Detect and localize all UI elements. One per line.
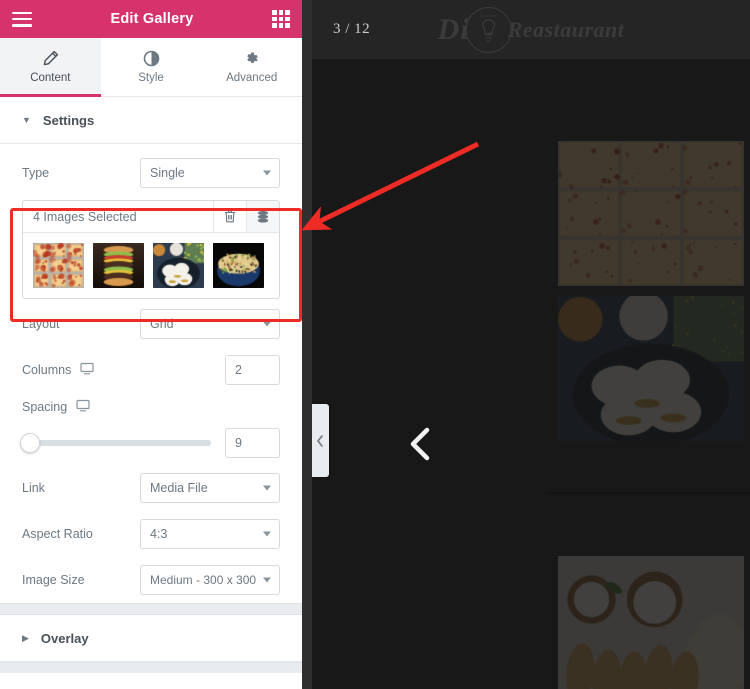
panel-title: Edit Gallery (110, 11, 194, 27)
gallery-summary-row: 4 Images Selected (23, 201, 279, 233)
control-gallery: 4 Images Selected (22, 200, 280, 299)
gallery-box: 4 Images Selected (22, 200, 280, 299)
panel-tabs: Content Style Advanced (0, 38, 302, 97)
caret-right-icon: ▶ (22, 632, 29, 643)
idli-platter-preview[interactable] (558, 296, 744, 441)
chevron-left-icon (317, 434, 323, 447)
aspect-ratio-select-value: 4:3 (150, 527, 168, 541)
chevron-down-icon (263, 170, 271, 176)
control-columns-label-group: Columns (22, 362, 94, 378)
hamburger-menu-icon[interactable] (12, 11, 32, 27)
pencil-icon (42, 50, 59, 67)
rice-bowl-thumbnail[interactable] (213, 243, 264, 288)
panel-scrollbar[interactable] (302, 0, 312, 689)
stacked-burger-thumbnail[interactable] (93, 243, 144, 288)
layout-select[interactable]: Grid (140, 309, 280, 339)
type-select-value: Single (150, 166, 185, 180)
spacing-slider[interactable] (19, 433, 211, 453)
section-settings-header[interactable]: ▼ Settings (0, 97, 302, 144)
control-type: Type Single (22, 150, 280, 196)
desktop-monitor-icon[interactable] (76, 399, 90, 415)
chevron-down-icon (263, 321, 271, 327)
control-spacing-label: Spacing (22, 400, 68, 414)
link-select[interactable]: Media File (140, 473, 280, 503)
tab-content[interactable]: Content (0, 38, 101, 97)
control-image-size-label: Image Size (22, 573, 85, 587)
idli-platter-thumbnail[interactable] (153, 243, 204, 288)
gear-icon (243, 50, 260, 67)
stacked-layers-icon[interactable] (246, 201, 279, 232)
site-logo[interactable]: Di Restaurant Reastaurant (438, 6, 625, 53)
spacing-input[interactable] (225, 428, 280, 458)
control-spacing-label-group: Spacing (22, 399, 90, 415)
control-layout: Layout Grid (22, 301, 280, 347)
gallery-column-1 (558, 141, 744, 689)
panel-header: Edit Gallery (0, 0, 302, 38)
caret-down-icon: ▼ (22, 114, 31, 125)
section-overlay-title: Overlay (40, 630, 89, 646)
gallery-thumbnails (23, 233, 279, 298)
gallery-summary-text: 4 Images Selected (33, 209, 137, 224)
preview-site-header: 3 / 12 Di Restaurant Reastaurant (312, 0, 750, 59)
columns-input[interactable] (225, 355, 280, 385)
section-settings-title: Settings (42, 112, 95, 128)
layout-select-value: Grid (150, 317, 174, 331)
chevron-down-icon (263, 531, 271, 537)
preview-page-body (312, 59, 750, 689)
tab-advanced[interactable]: Advanced (201, 38, 302, 96)
control-aspect-ratio: Aspect Ratio 4:3 (22, 511, 280, 557)
desktop-monitor-icon[interactable] (80, 362, 94, 378)
spacing-slider-row (19, 421, 280, 465)
control-spacing-header: Spacing (22, 393, 280, 421)
pizza-slices-preview[interactable] (558, 141, 744, 286)
control-aspect-ratio-label: Aspect Ratio (22, 527, 93, 541)
tab-style-label: Style (138, 72, 164, 84)
tab-advanced-label: Advanced (226, 72, 278, 84)
control-link-label: Link (22, 481, 45, 495)
preview-canvas: 3 / 12 Di Restaurant Reastaurant (312, 0, 750, 689)
panel-collapse-handle[interactable] (312, 404, 329, 477)
spacing-slider-knob[interactable] (19, 433, 40, 453)
chevron-down-icon (263, 577, 271, 583)
control-image-size: Image Size Medium - 300 x 300 (22, 557, 280, 603)
control-type-label: Type (22, 166, 50, 180)
tab-content-label: Content (30, 72, 71, 84)
control-spacing: Spacing (19, 393, 280, 465)
chef-hat-circle-emblem: Restaurant (465, 6, 512, 53)
chevron-left-icon[interactable] (407, 424, 433, 469)
grid-widgets-icon[interactable] (272, 10, 290, 28)
link-select-value: Media File (150, 481, 208, 495)
editor-settings-panel: Edit Gallery Content Style Advanced ▼ Se… (0, 0, 302, 689)
pizza-slices-thumbnail[interactable] (33, 243, 84, 288)
settings-controls: Type Single 4 Images Selected Layout Gri… (0, 144, 302, 603)
section-overlay-header[interactable]: ▶ Overlay (0, 615, 302, 662)
logo-text-right: Reastaurant (507, 16, 625, 42)
section-separator (0, 603, 302, 615)
coconut-bread-preview[interactable] (558, 556, 744, 689)
image-size-select-value: Medium - 300 x 300 (150, 573, 257, 587)
tab-style[interactable]: Style (101, 38, 202, 96)
type-select[interactable]: Single (140, 158, 280, 188)
section-separator-bottom (0, 662, 302, 673)
chevron-down-icon (263, 485, 271, 491)
trash-icon[interactable] (213, 201, 246, 232)
control-columns: Columns (22, 347, 280, 393)
slide-counter: 3 / 12 (333, 21, 371, 37)
aspect-ratio-select[interactable]: 4:3 (140, 519, 280, 549)
image-size-select[interactable]: Medium - 300 x 300 (140, 565, 280, 595)
elementor-editor-screen: 3 / 12 Di Restaurant Reastaurant Edit Ga… (0, 0, 750, 689)
svg-text:Restaurant: Restaurant (479, 13, 498, 18)
control-columns-label: Columns (22, 363, 72, 377)
control-layout-label: Layout (22, 317, 60, 331)
control-link: Link Media File (22, 465, 280, 511)
contrast-icon (143, 50, 160, 67)
